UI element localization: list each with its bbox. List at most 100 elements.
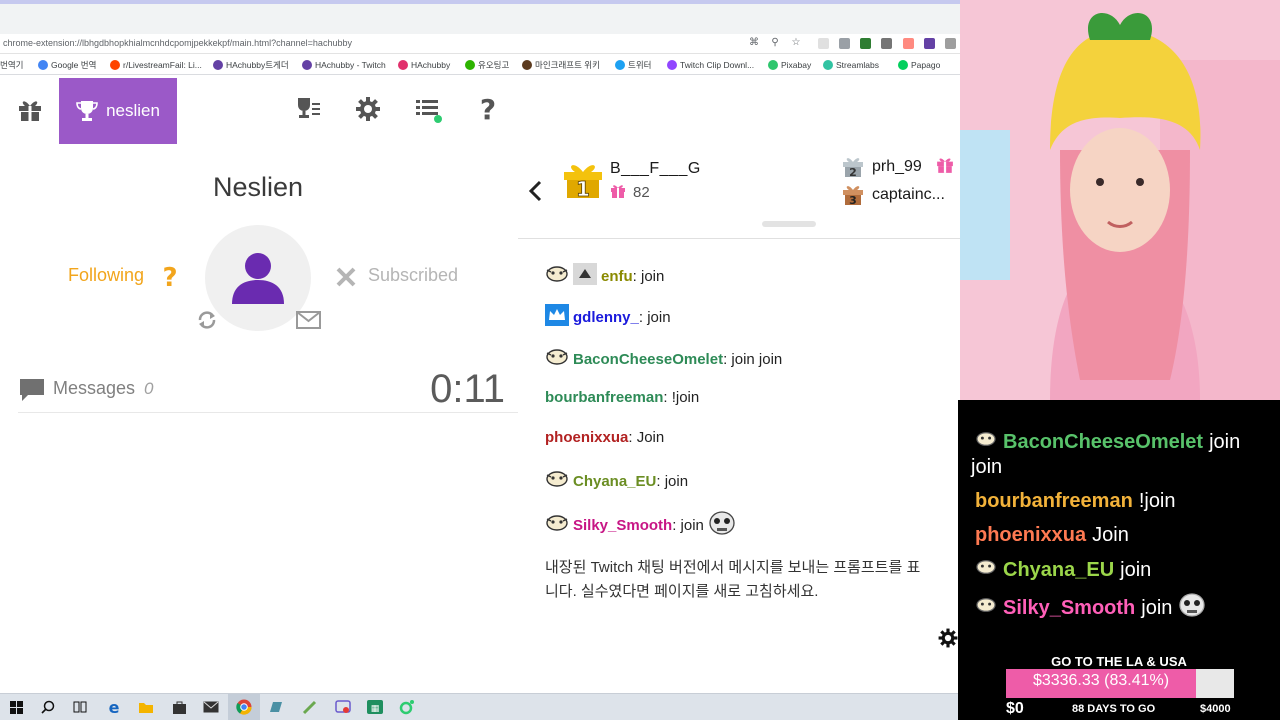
chevron-left-icon[interactable] [527,180,545,202]
bookmark-label: Papago [911,60,941,70]
chat-username[interactable]: gdlenny_ [573,309,639,326]
bookmark-item[interactable]: HAchubby - Twitch [302,58,386,72]
goal-progress-text: $3336.33 (83.41%) [1032,672,1170,689]
bookmark-item[interactable]: 유오팅고 [465,58,509,72]
refresh-icon[interactable] [196,309,218,331]
overlay-username: BaconCheeseOmelet [1003,430,1204,453]
chat-username[interactable]: enfu [601,268,633,285]
bookmark-favicon-icon [398,60,408,70]
bookmark-favicon-icon [667,60,677,70]
overlay-text: join [1120,558,1152,581]
leaderboard-second-name[interactable]: prh_99 [872,158,922,176]
chat-text: : join [672,516,704,534]
following-label: Following [68,265,145,285]
extension-icon[interactable] [903,38,914,49]
chrome-icon[interactable] [236,699,252,715]
overlay-text: join [1141,596,1173,619]
tab-bar [0,4,960,34]
bookmark-item[interactable]: 마인크래프트 위키 [522,58,600,72]
emote-robot-icon [708,510,736,540]
chat-bubble-icon [19,378,45,402]
bookmark-label: HAchubby트게더 [226,60,289,70]
bookmark-item[interactable]: Pixabay [768,58,811,72]
overlay-username: phoenixxua [975,524,1087,546]
translate-icon[interactable]: ⌘ [748,37,760,49]
url-text[interactable]: chrome-extension://lbhgdbhopkhialmcnhdcp… [3,38,352,48]
list-icon[interactable] [414,95,444,125]
app-icon[interactable] [268,699,284,715]
leaderboard-third-name[interactable]: captainc... [872,186,945,204]
bookmark-label: HAchubby [411,60,451,70]
chat-username[interactable]: Silky_Smooth [573,517,672,534]
gift-rank-1-icon: 1 [562,158,604,201]
close-icon [334,265,358,289]
zoom-icon[interactable]: ⚲ [769,37,781,49]
task-view-icon[interactable] [72,699,88,715]
extension-icon[interactable] [924,38,935,49]
chat-text: : join [632,267,665,285]
store-icon[interactable] [171,699,187,715]
extension-icon[interactable] [839,38,850,49]
overlay-username: Chyana_EU [1003,558,1115,581]
extension-icon[interactable] [818,38,829,49]
emote-robot-icon [1178,592,1206,624]
gift-small-icon [610,183,626,199]
messages-label[interactable]: Messages [53,378,135,399]
bookmark-item[interactable]: HAchubby트게더 [213,58,289,72]
svg-text:?: ? [162,263,177,290]
mail-icon[interactable] [296,311,321,329]
chat-username[interactable]: Chyana_EU [573,473,656,490]
messages-count: 0 [144,379,154,398]
windows-start-icon[interactable] [8,699,24,715]
edge-icon[interactable]: e [106,699,122,715]
folder-icon[interactable] [138,699,154,715]
gift-rank-3-icon: 3 [842,183,864,207]
bookmark-favicon-icon [38,60,48,70]
search-icon[interactable] [40,699,56,715]
leaderboard-first-count: 82 [633,184,650,201]
bookmark-item[interactable]: Streamlabs [823,58,879,72]
webcam-feed [960,0,1280,400]
chat-username[interactable]: BaconCheeseOmelet [573,351,723,368]
gift-rank-2-icon: 2 [842,155,864,179]
bookmark-label: 트위터 [628,60,652,70]
bookmark-favicon-icon [768,60,778,70]
chat-settings-gear-icon[interactable] [937,627,959,649]
question-icon[interactable]: ? [160,262,180,293]
bookmark-item[interactable]: Twitch Clip Downl... [667,58,754,72]
gift-icon[interactable] [16,95,46,125]
user-icon [228,250,288,306]
app-icon[interactable] [399,699,415,715]
chat-username[interactable]: bourbanfreeman [545,389,663,406]
extension-icon[interactable] [881,38,892,49]
app-icon[interactable]: ▦ [367,699,383,715]
divider [18,412,518,413]
app-icon[interactable] [335,699,351,715]
extension-icon[interactable] [860,38,871,49]
bookmark-star-icon[interactable]: ☆ [790,37,802,49]
leaderboard-first-name[interactable]: B___F___G [610,160,701,178]
mail-app-icon[interactable] [203,699,219,715]
bookmark-item[interactable]: r/LivestreamFail: Li... [110,58,202,72]
bookmark-item[interactable]: 트위터 [615,58,651,72]
bookmark-favicon-icon [110,60,120,70]
bookmark-item[interactable]: HAchubby [398,58,450,72]
bookmark-item[interactable]: 번역기 [0,58,23,72]
bookmark-item[interactable]: Google 번역 [38,58,96,72]
bookmark-label: Twitch Clip Downl... [680,60,755,70]
app-icon[interactable] [301,699,317,715]
chat-username[interactable]: phoenixxua [545,429,628,446]
extension-icon[interactable] [945,38,956,49]
gear-icon[interactable] [354,95,384,125]
leaderboard-icon[interactable] [294,95,324,125]
chat-text: : join join [723,350,783,368]
bookmark-label: Streamlabs [836,60,879,70]
bookmark-item[interactable]: Papago [898,58,940,72]
overlay-chat-message: phoenixxua Join [975,524,1129,547]
help-icon[interactable]: ? [474,93,504,126]
notice-line: 내장된 Twitch 채팅 버전에서 메시지를 보내는 프롬프트를 표 [545,559,921,576]
crown-badge-icon [545,304,569,330]
gift-small-icon [936,156,954,174]
scrollbar-handle[interactable] [762,221,816,227]
tab-profile[interactable]: neslien [59,78,177,144]
